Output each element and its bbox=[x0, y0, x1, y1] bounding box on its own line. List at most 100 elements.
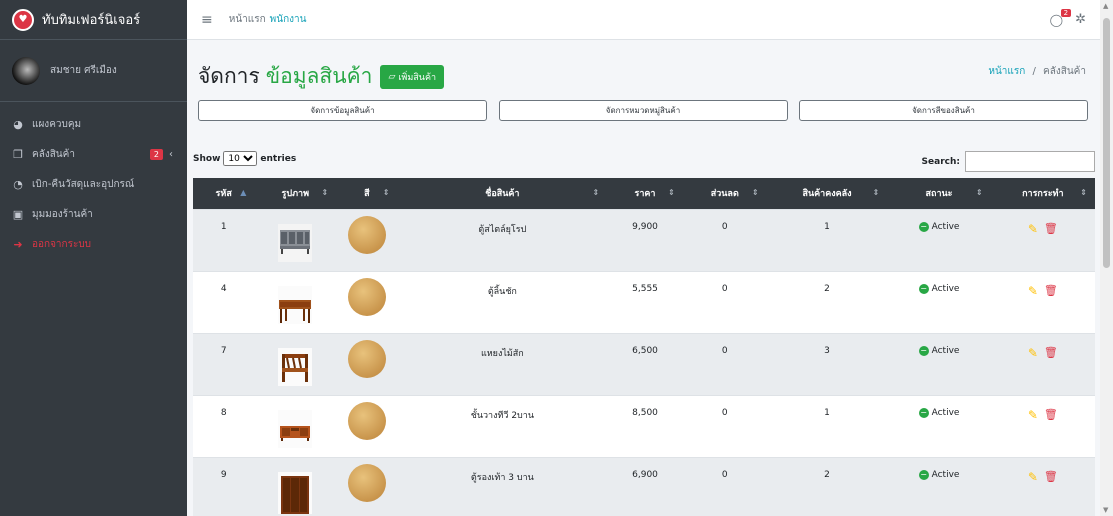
sidebar-item-dashboard[interactable]: ◕ แผงควบคุม bbox=[0, 110, 187, 138]
status-label: Active bbox=[931, 407, 960, 418]
cell-color bbox=[336, 270, 398, 333]
check-circle-icon: − bbox=[918, 221, 929, 232]
edit-pencil-icon[interactable]: ✎ bbox=[1028, 222, 1038, 236]
sidebar-item-borrow-return[interactable]: ◔ เบิก-คืนวัสดุและอุปกรณ์ bbox=[0, 170, 187, 198]
cell-id: 1 bbox=[193, 208, 255, 271]
page-length-select[interactable]: 10 bbox=[223, 151, 258, 166]
search-label: Search: bbox=[921, 156, 960, 167]
status-badge: − Active bbox=[918, 221, 959, 232]
th-discount[interactable]: ส่วนลด ⇕ bbox=[682, 178, 767, 209]
hamburger-menu-icon[interactable]: ≡ bbox=[201, 12, 213, 28]
cell-stock: 2 bbox=[766, 456, 888, 516]
header-label: รูปภาพ bbox=[281, 189, 309, 200]
cell-image bbox=[254, 456, 337, 516]
header-label: สถานะ bbox=[925, 189, 953, 200]
cell-stock: 1 bbox=[766, 394, 888, 457]
shoe-cabinet-image bbox=[277, 464, 313, 514]
top-link-home[interactable]: หน้าแรก bbox=[229, 12, 266, 27]
cell-price: 6,500 bbox=[607, 332, 683, 395]
trash-icon[interactable]: 🗑 bbox=[1044, 222, 1058, 235]
page-title: จัดการ bbox=[198, 64, 260, 88]
th-stock[interactable]: สินค้าคงคลัง ⇕ bbox=[766, 178, 888, 209]
th-status[interactable]: สถานะ ⇕ bbox=[887, 178, 991, 209]
th-color[interactable]: สี ⇕ bbox=[336, 178, 398, 209]
trash-icon[interactable]: 🗑 bbox=[1044, 284, 1058, 297]
scroll-down-icon[interactable]: ▼ bbox=[1103, 506, 1108, 514]
th-image[interactable]: รูปภาพ ⇕ bbox=[254, 178, 337, 209]
breadcrumb-home[interactable]: หน้าแรก bbox=[988, 66, 1025, 77]
table-header-row: รหัส ▲ รูปภาพ ⇕ สี ⇕ ชื่อสินค้า ⇕ ราคา ⇕ ส่วน… bbox=[193, 178, 1095, 209]
top-link-employee[interactable]: พนักงาน bbox=[270, 12, 307, 27]
table-search: Search: bbox=[922, 151, 1095, 172]
table-row: 1 ตู้สไตล์ยุโรป 9,900 0 1 − Active ✎ 🗑 bbox=[193, 208, 1095, 271]
check-circle-icon: − bbox=[918, 283, 929, 294]
th-price[interactable]: ราคา ⇕ bbox=[607, 178, 683, 209]
scroll-up-icon[interactable]: ▲ bbox=[1103, 2, 1108, 10]
status-label: Active bbox=[931, 345, 960, 356]
wood-color-swatch bbox=[347, 401, 386, 440]
cell-status: − Active bbox=[887, 394, 991, 457]
trash-icon[interactable]: 🗑 bbox=[1044, 408, 1058, 421]
check-circle-icon: − bbox=[918, 469, 929, 480]
manage-colors-button[interactable]: จัดการสีของสินค้า bbox=[799, 100, 1088, 121]
add-product-button[interactable]: ▱ เพิ่มสินค้า bbox=[380, 64, 445, 89]
cell-status: − Active bbox=[887, 456, 991, 516]
header-label: ส่วนลด bbox=[710, 189, 739, 200]
wood-color-swatch bbox=[347, 463, 386, 502]
edit-pencil-icon[interactable]: ✎ bbox=[1028, 408, 1038, 422]
breadcrumb: หน้าแรก / คลังสินค้า bbox=[988, 64, 1086, 79]
dashboard-icon: ◕ bbox=[13, 117, 23, 131]
user-name: สมชาย ศรีเมือง bbox=[50, 65, 117, 76]
management-buttons: จัดการข้อมูลสินค้า จัดการหมวดหมู่สินค้า … bbox=[198, 100, 1088, 121]
sidebar-item-logout[interactable]: ➜ ออกจากระบบ bbox=[0, 230, 187, 258]
manage-categories-button[interactable]: จัดการหมวดหมู่สินค้า bbox=[498, 100, 788, 121]
search-input[interactable] bbox=[965, 151, 1095, 172]
sort-icon: ⇕ bbox=[1080, 188, 1087, 197]
manage-products-button[interactable]: จัดการข้อมูลสินค้า bbox=[198, 100, 487, 121]
top-navbar: ≡ หน้าแรก พนักงาน ◯ 2 ✲ bbox=[187, 0, 1100, 40]
sign-out-icon: ➜ bbox=[13, 237, 23, 251]
sidebar-item-label: ออกจากระบบ bbox=[32, 238, 92, 250]
avatar bbox=[12, 56, 40, 85]
edit-pencil-icon[interactable]: ✎ bbox=[1028, 470, 1038, 484]
sort-asc-icon: ▲ bbox=[240, 188, 247, 197]
pie-chart-icon: ◔ bbox=[13, 177, 23, 191]
status-label: Active bbox=[931, 469, 960, 480]
status-badge: − Active bbox=[918, 469, 960, 480]
user-panel[interactable]: สมชาย ศรีเมือง bbox=[0, 40, 187, 102]
cell-color bbox=[336, 332, 398, 395]
sort-icon: ⇕ bbox=[668, 188, 675, 197]
sidebar-item-inventory[interactable]: ❐ คลังสินค้า 2 ‹ bbox=[0, 140, 187, 168]
table-row: 4 ตู้ลิ้นชัก 5,555 0 2 − Active ✎ 🗑 bbox=[193, 270, 1095, 333]
cell-price: 9,900 bbox=[607, 208, 683, 271]
header-label: การกระทำ bbox=[1022, 189, 1064, 200]
app-window: ♥ ทับทิมเฟอร์นิเจอร์ สมชาย ศรีเมือง ◕ แผ… bbox=[0, 0, 1113, 516]
sort-icon: ⇕ bbox=[975, 188, 983, 197]
trash-icon[interactable]: 🗑 bbox=[1044, 346, 1058, 359]
th-actions[interactable]: การกระทำ ⇕ bbox=[990, 178, 1095, 209]
cell-actions: ✎ 🗑 bbox=[990, 270, 1095, 333]
trash-icon[interactable]: 🗑 bbox=[1044, 470, 1058, 483]
cell-stock: 2 bbox=[766, 270, 888, 333]
sidebar-item-label: มุมมองร้านค้า bbox=[32, 208, 93, 220]
tv-stand-image bbox=[277, 402, 313, 452]
table-row: 7 แหยงไม้สัก 6,500 0 3 − Active ✎ 🗑 bbox=[193, 332, 1095, 395]
check-circle-icon: − bbox=[918, 345, 929, 356]
brand[interactable]: ♥ ทับทิมเฟอร์นิเจอร์ bbox=[0, 0, 187, 40]
wood-color-swatch bbox=[347, 215, 386, 254]
th-id[interactable]: รหัส ▲ bbox=[193, 178, 255, 209]
sidebar-item-store-view[interactable]: ▣ มุมมองร้านค้า bbox=[0, 200, 187, 228]
chevron-left-icon: ‹ bbox=[169, 148, 173, 160]
gear-icon[interactable]: ✲ bbox=[1075, 12, 1086, 27]
cell-status: − Active bbox=[887, 270, 991, 333]
cell-price: 5,555 bbox=[607, 270, 683, 333]
sort-icon: ⇕ bbox=[592, 188, 600, 197]
scroll-thumb[interactable] bbox=[1103, 18, 1110, 268]
th-name[interactable]: ชื่อสินค้า ⇕ bbox=[397, 178, 608, 209]
edit-pencil-icon[interactable]: ✎ bbox=[1028, 346, 1038, 360]
messages-button[interactable]: ◯ 2 bbox=[1050, 8, 1072, 27]
edit-pencil-icon[interactable]: ✎ bbox=[1028, 284, 1038, 298]
cell-discount: 0 bbox=[682, 208, 767, 271]
page-scrollbar[interactable]: ▲ ▼ bbox=[1100, 0, 1113, 516]
header-label: ราคา bbox=[634, 189, 656, 200]
